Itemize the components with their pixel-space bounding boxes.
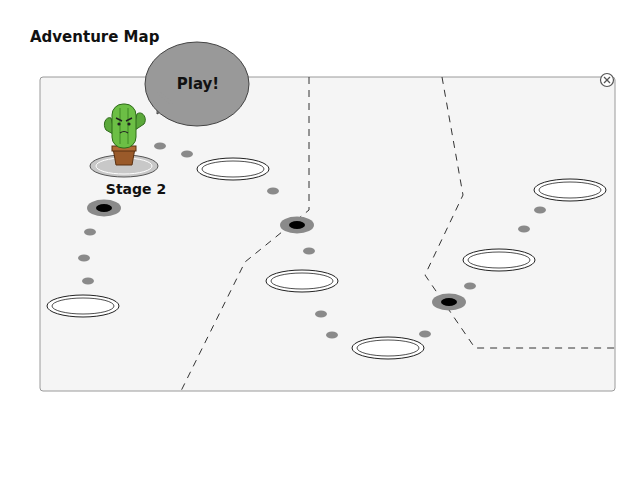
path-dot xyxy=(534,207,546,214)
path-dot xyxy=(419,331,431,338)
path-dot xyxy=(82,278,94,285)
screen-title: Adventure Map xyxy=(0,0,640,46)
path-dot xyxy=(315,311,327,318)
stage-node[interactable] xyxy=(352,337,424,359)
stage-node[interactable] xyxy=(87,200,121,217)
stage-node[interactable] xyxy=(280,217,314,234)
path-dot xyxy=(154,143,166,150)
path-dot xyxy=(326,332,338,339)
map-panel xyxy=(40,77,615,391)
stage-node[interactable] xyxy=(47,295,119,317)
path-dot xyxy=(78,255,90,262)
stage-label: Stage 2 xyxy=(106,181,166,197)
speech-bubble[interactable]: Play! xyxy=(145,42,249,126)
stage-node[interactable] xyxy=(534,179,606,201)
cactus-icon xyxy=(104,104,145,165)
play-text[interactable]: Play! xyxy=(177,75,219,93)
region-border xyxy=(425,77,615,348)
stage-node[interactable] xyxy=(432,294,466,311)
stage-node[interactable] xyxy=(197,158,269,180)
path-dot xyxy=(464,283,476,290)
path-dot xyxy=(303,248,315,255)
stage-node[interactable] xyxy=(463,249,535,271)
close-icon[interactable] xyxy=(601,74,614,87)
path-dot xyxy=(181,151,193,158)
path-dot xyxy=(84,229,96,236)
adventure-screen: Adventure Map Stage 2 Play! xyxy=(0,0,640,480)
path-dot xyxy=(518,226,530,233)
path-dot xyxy=(267,188,279,195)
adventure-map: Stage 2 Play! xyxy=(0,0,640,480)
stage-node[interactable] xyxy=(266,270,338,292)
